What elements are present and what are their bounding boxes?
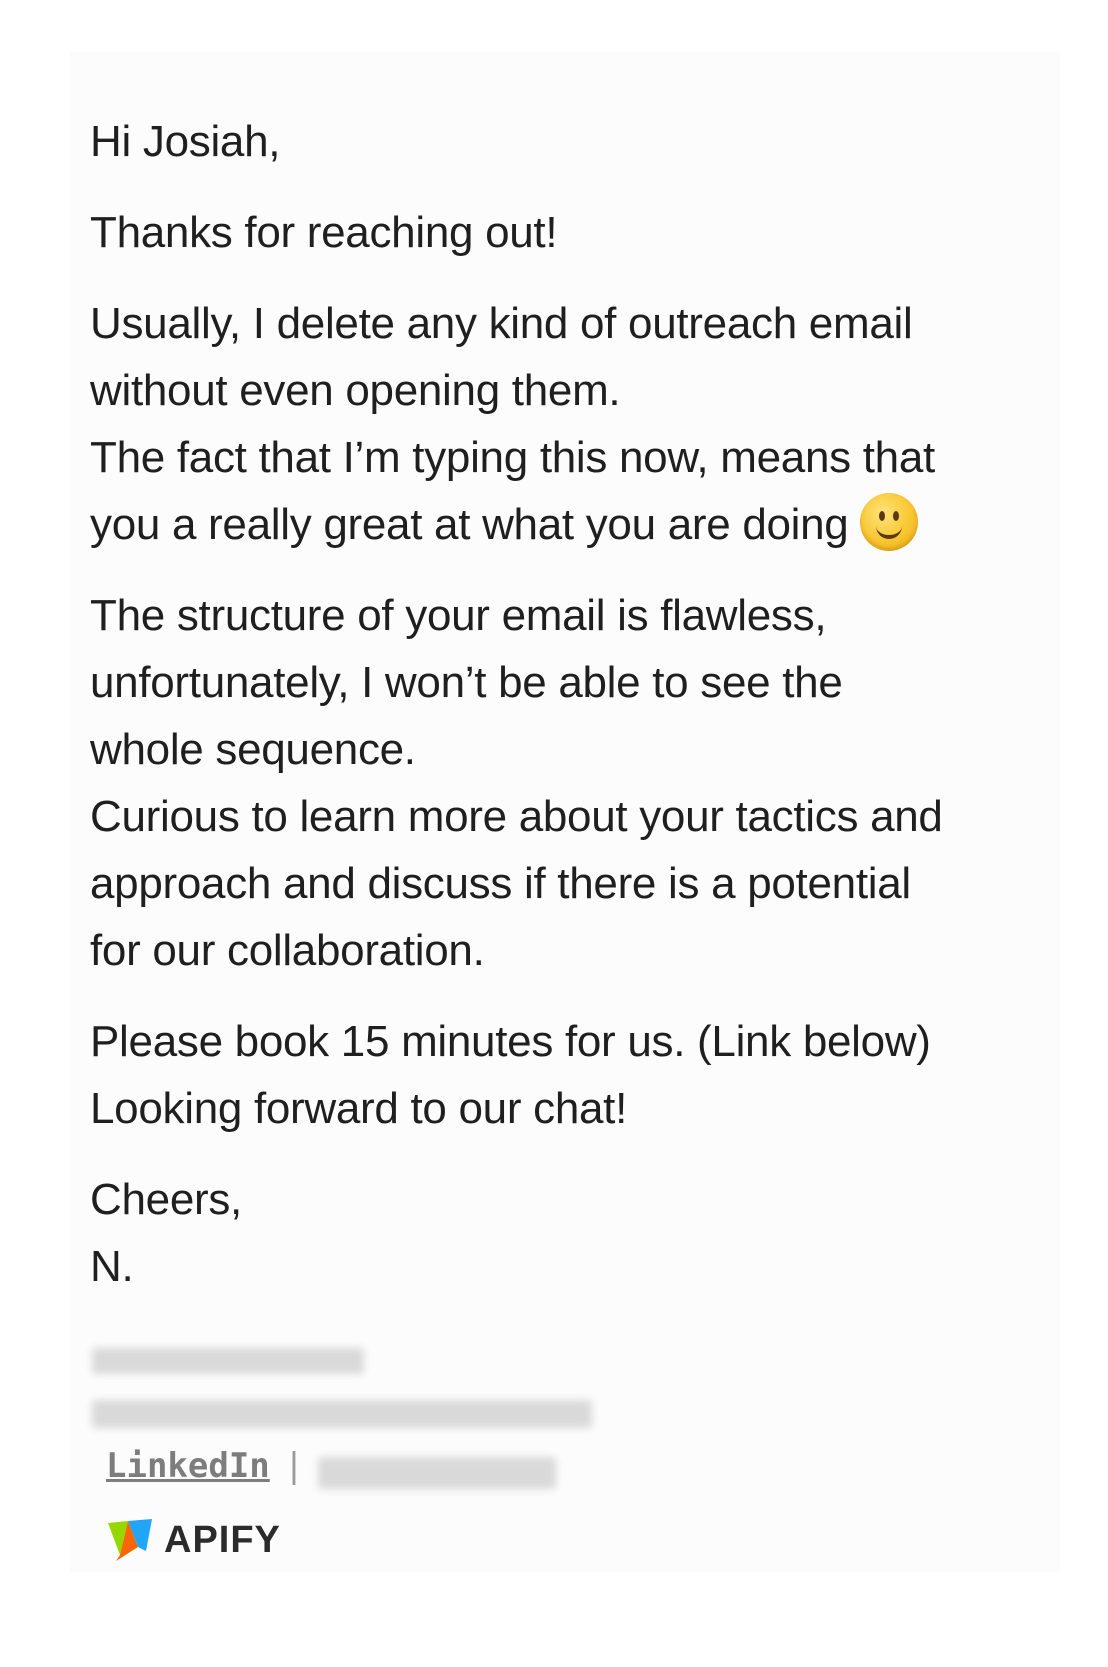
paragraph-thanks: Thanks for reaching out! xyxy=(90,199,990,266)
slightly-smiling-face-icon xyxy=(860,493,919,551)
separator: | xyxy=(283,1446,305,1486)
text-line: Thanks for reaching out! xyxy=(90,208,558,257)
redacted-phone xyxy=(318,1457,556,1489)
paragraph-signoff: Cheers, N. xyxy=(90,1166,990,1300)
text-line: for our collaboration. xyxy=(90,926,485,975)
text-line: without even opening them. xyxy=(90,366,621,415)
paragraph-booking: Please book 15 minutes for us. (Link bel… xyxy=(90,1008,990,1142)
text-line-with-emoji: you a really great at what you are doing xyxy=(90,491,990,558)
text-line: you a really great at what you are doing xyxy=(90,500,849,549)
text-line: Usually, I delete any kind of outreach e… xyxy=(90,299,913,348)
sender-initial: N. xyxy=(90,1242,134,1291)
text-line: Please book 15 minutes for us. (Link bel… xyxy=(90,1017,931,1066)
text-line: The fact that I’m typing this now, means… xyxy=(90,433,935,482)
paragraph-structure: The structure of your email is flawless,… xyxy=(90,582,990,984)
apify-logo-icon xyxy=(108,1519,152,1561)
text-line: Looking forward to our chat! xyxy=(90,1084,628,1133)
text-line: unfortunately, I won’t be able to see th… xyxy=(90,658,843,707)
company-name: APIFY xyxy=(164,1518,281,1561)
signature-links: LinkedIn | xyxy=(106,1446,304,1486)
greeting-line: Hi Josiah, xyxy=(90,117,281,166)
text-line: approach and discuss if there is a poten… xyxy=(90,859,911,908)
apify-brand[interactable]: APIFY xyxy=(106,1517,281,1563)
redacted-name xyxy=(92,1348,364,1374)
linkedin-link[interactable]: LinkedIn xyxy=(106,1446,270,1486)
email-body: Hi Josiah, Thanks for reaching out! Usua… xyxy=(90,108,990,1324)
paragraph-outreach: Usually, I delete any kind of outreach e… xyxy=(90,290,990,558)
greeting-paragraph: Hi Josiah, xyxy=(90,108,990,175)
redacted-title xyxy=(92,1400,592,1428)
signoff-line: Cheers, xyxy=(90,1175,242,1224)
text-line: whole sequence. xyxy=(90,725,416,774)
text-line: Curious to learn more about your tactics… xyxy=(90,792,943,841)
text-line: The structure of your email is flawless, xyxy=(90,591,827,640)
